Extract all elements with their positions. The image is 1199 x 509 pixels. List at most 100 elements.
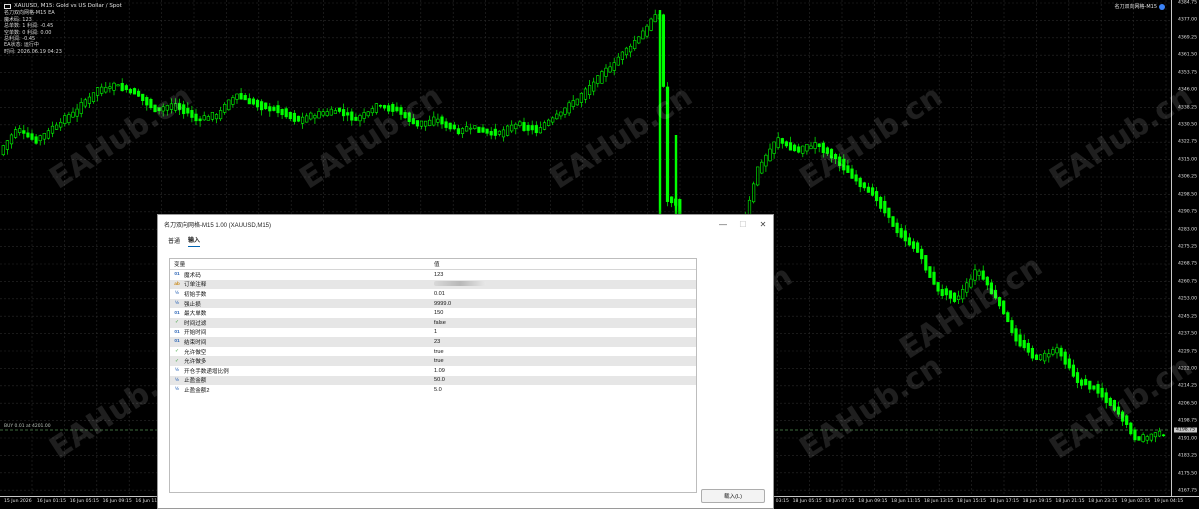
time-tick-label: 18 Jun 23:15: [1088, 499, 1118, 504]
table-row[interactable]: 01 结束时间 23: [170, 337, 696, 347]
price-tick-label: 4222.00: [1178, 366, 1197, 372]
candle: [1162, 433, 1166, 437]
candle: [961, 284, 965, 303]
candle: [108, 82, 112, 93]
table-row[interactable]: ab 订单注释: [170, 279, 696, 290]
candle: [440, 114, 444, 129]
candle: [1010, 317, 1014, 336]
value-cell[interactable]: 1: [432, 329, 437, 335]
candle: [231, 95, 235, 108]
price-tick-label: 4167.75: [1178, 488, 1197, 494]
candle: [920, 245, 924, 264]
load-button[interactable]: 载入(L): [701, 489, 765, 503]
candle: [423, 120, 428, 131]
candle: [866, 182, 870, 193]
table-row[interactable]: 01 开始时间 1: [170, 328, 696, 338]
candle: [1112, 399, 1116, 413]
candle: [415, 120, 420, 129]
candle: [391, 102, 395, 117]
table-row[interactable]: 01 最大单数 150: [170, 308, 696, 318]
candle: [337, 107, 342, 114]
candle: [862, 181, 866, 191]
candle: [407, 111, 411, 127]
price-tick-label: 4206.50: [1178, 401, 1197, 407]
dialog-titlebar[interactable]: 名刀双向网格-M15 1.00 (XAUUSD,M15) — ☐ ✕: [158, 215, 773, 233]
candle: [829, 148, 834, 163]
variable-name: 最大单数: [184, 311, 207, 318]
variable-cell: ✓ 允许做空: [170, 348, 432, 356]
table-row[interactable]: 01 魔术码 123: [170, 270, 696, 280]
value-cell[interactable]: 5.0: [432, 387, 442, 393]
candle: [382, 104, 387, 111]
bool-type-icon: ✓: [174, 320, 180, 326]
variable-name: 初始手数: [184, 291, 207, 298]
candle: [1125, 414, 1129, 429]
column-header-value[interactable]: 值: [432, 260, 440, 268]
candle: [858, 176, 862, 193]
table-row[interactable]: ½ 初始手数 0.01: [170, 289, 696, 299]
order-line-label: BUY 0.01 at 4201.00: [4, 424, 51, 429]
candle: [42, 132, 46, 145]
candle: [838, 153, 842, 172]
redacted-value: [434, 280, 486, 286]
value-cell[interactable]: true: [432, 349, 444, 355]
table-row[interactable]: ½ 止盈金额2 5.0: [170, 385, 696, 395]
candle: [587, 79, 592, 100]
candle: [1121, 410, 1125, 426]
expert-advisor-label[interactable]: 名刀双向网格-M15: [1115, 3, 1165, 10]
price-tick-label: 4369.25: [1178, 35, 1197, 41]
value-cell[interactable]: [432, 280, 486, 288]
table-row[interactable]: ½ 开仓手数递增比例 1.09: [170, 366, 696, 376]
candle: [874, 187, 879, 207]
value-cell[interactable]: 9999.0: [432, 301, 451, 307]
value-cell[interactable]: 123: [432, 272, 443, 278]
price-tick-label: 4346.00: [1178, 87, 1197, 93]
candle: [1002, 300, 1006, 315]
candle: [895, 218, 899, 237]
candle: [891, 215, 895, 227]
candle: [489, 127, 493, 140]
value-cell[interactable]: 1.09: [432, 368, 445, 374]
candle: [194, 108, 198, 126]
bool-type-icon: ✓: [174, 349, 180, 355]
candle: [965, 278, 969, 297]
candle: [473, 125, 477, 130]
dbl-type-icon: ½: [174, 301, 179, 307]
candle: [428, 115, 432, 127]
table-row[interactable]: ½ 强止损 9999.0: [170, 298, 696, 309]
price-axis[interactable]: 4384.75 4377.00 4369.25 4361.50 4353.75 4346.…: [1171, 0, 1199, 496]
candle: [887, 207, 891, 224]
time-tick-label: 16 Jun 09:15: [102, 499, 132, 504]
tab-common[interactable]: 普通: [168, 236, 180, 247]
value-cell[interactable]: 0.01: [432, 291, 445, 297]
value-cell[interactable]: 150: [432, 310, 443, 316]
value-cell[interactable]: 23: [432, 339, 440, 345]
variable-cell: ½ 止盈金额2: [170, 386, 432, 394]
column-header-variable[interactable]: 变量: [170, 260, 432, 268]
candle: [620, 51, 624, 65]
minimize-icon[interactable]: —: [713, 215, 733, 233]
candle: [18, 125, 22, 136]
candle: [879, 195, 883, 213]
table-row[interactable]: ✓ 允许做多 true: [170, 356, 696, 366]
candle: [899, 223, 903, 239]
table-row[interactable]: ✓ 时间过滤 false: [170, 317, 696, 328]
value-cell[interactable]: true: [432, 358, 444, 364]
time-tick-label: 18 Jun 05:15: [792, 499, 822, 504]
value-cell[interactable]: 50.0: [432, 377, 445, 383]
value-cell[interactable]: false: [432, 320, 446, 326]
candle: [801, 145, 805, 158]
table-row[interactable]: ½ 止盈金额 50.0: [170, 375, 696, 386]
candle: [751, 181, 756, 204]
candle: [1051, 346, 1055, 357]
close-icon[interactable]: ✕: [753, 215, 773, 233]
time-tick-label: 18 Jun 21:15: [1055, 499, 1085, 504]
table-row[interactable]: ✓ 允许做空 true: [170, 347, 696, 357]
candle: [251, 96, 256, 106]
candle: [378, 104, 383, 109]
ea-properties-dialog[interactable]: 名刀双向网格-M15 1.00 (XAUUSD,M15) — ☐ ✕ 普通 输入…: [157, 214, 774, 509]
candle: [141, 93, 145, 106]
candle: [264, 102, 268, 111]
candle: [985, 276, 989, 291]
tab-inputs[interactable]: 输入: [188, 235, 201, 247]
